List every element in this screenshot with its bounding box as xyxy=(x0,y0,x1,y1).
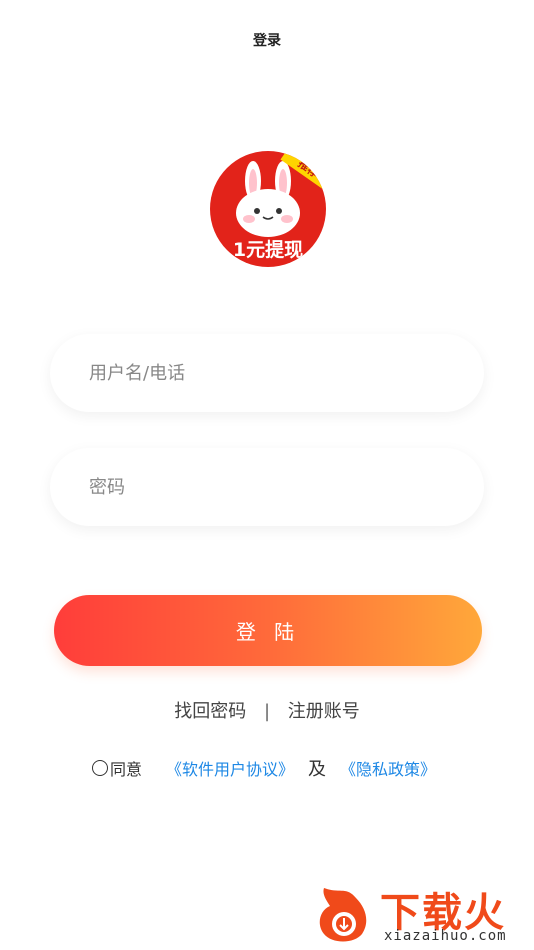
app-logo: 推荐 1元提现 xyxy=(210,151,326,267)
agree-label: 同意 xyxy=(110,760,143,779)
username-input[interactable] xyxy=(87,361,451,385)
account-links: 找回密码 | 注册账号 xyxy=(0,697,534,723)
logo-caption: 1元提现 xyxy=(232,239,304,261)
page-title: 登录 xyxy=(253,33,281,49)
login-button[interactable]: 登 陆 xyxy=(54,595,482,666)
user-agreement-link[interactable]: 《软件用户协议》 xyxy=(166,756,294,780)
watermark-url: xiazaihuo.com xyxy=(384,928,507,944)
agreement-row: 同意 《软件用户协议》 及 《隐私政策》 xyxy=(92,755,436,781)
privacy-policy-link[interactable]: 《隐私政策》 xyxy=(340,756,436,780)
bunny-icon xyxy=(236,161,300,237)
and-label: 及 xyxy=(308,759,327,780)
register-link[interactable]: 注册账号 xyxy=(288,701,360,722)
username-field[interactable] xyxy=(50,334,484,412)
watermark: 下载火 xiazaihuo.com xyxy=(316,878,534,950)
retrieve-password-link[interactable]: 找回密码 xyxy=(174,701,246,722)
flame-logo-icon xyxy=(319,888,367,942)
links-separator: | xyxy=(263,701,271,722)
agree-radio[interactable] xyxy=(92,760,108,776)
password-field[interactable] xyxy=(50,448,484,526)
password-input[interactable] xyxy=(87,475,451,499)
